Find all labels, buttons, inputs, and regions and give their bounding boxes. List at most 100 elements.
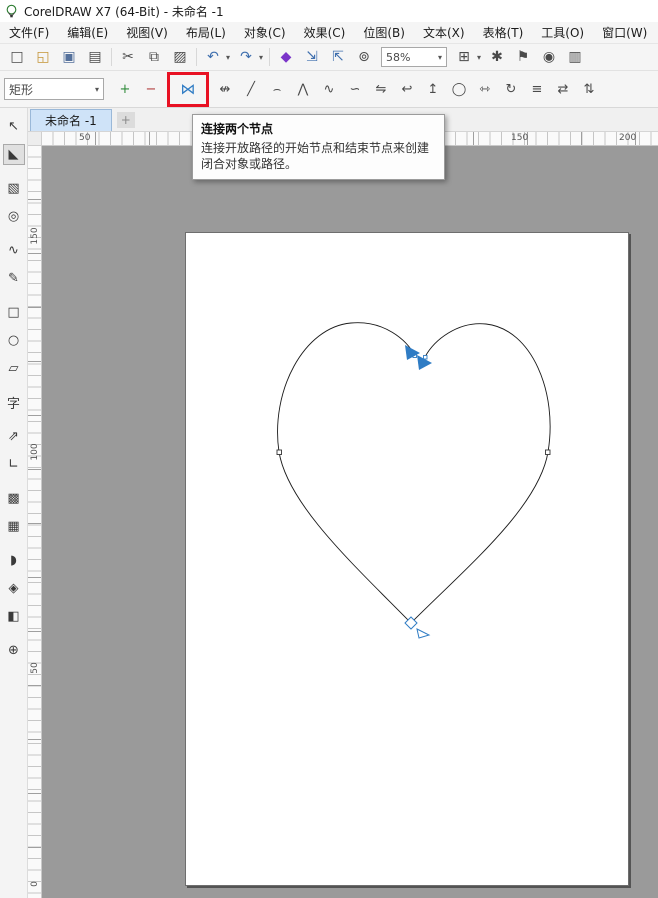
search-content-icon[interactable]: ⊚ [351, 46, 377, 68]
stretch-nodes-icon[interactable]: ⇿ [472, 77, 498, 101]
redo-dropdown-icon[interactable]: ▾ [256, 46, 266, 68]
color-eyedropper-tool[interactable]: ◗ [3, 550, 25, 571]
menu-bitmaps[interactable]: 位图(B) [354, 22, 414, 43]
menu-bar: 文件(F) 编辑(E) 视图(V) 布局(L) 对象(C) 效果(C) 位图(B… [0, 22, 658, 44]
symmetrical-node-icon[interactable]: ∽ [342, 77, 368, 101]
full-screen-preview-icon[interactable]: ◉ [536, 46, 562, 68]
align-nodes-icon[interactable]: ≡ [524, 77, 550, 101]
selection-mode-value: 矩形 [9, 82, 34, 97]
chevron-down-icon: ▾ [94, 84, 99, 94]
artistic-media-tool[interactable]: ✎ [3, 268, 25, 289]
interactive-fill-tool[interactable]: ◈ [3, 578, 25, 599]
vertical-ruler[interactable]: 150 100 50 0 [28, 146, 42, 898]
delete-node-icon[interactable]: − [138, 77, 164, 101]
break-curve-icon[interactable]: ↮ [212, 77, 238, 101]
tooltip-body: 连接开放路径的开始节点和结束节点来创建闭合对象或路径。 [201, 141, 430, 172]
menu-effects[interactable]: 效果(C) [295, 22, 355, 43]
menu-file[interactable]: 文件(F) [0, 22, 58, 43]
highlight-box: ⋈ [167, 71, 209, 107]
new-document-tab-button[interactable]: + [116, 112, 135, 128]
title-bar: CorelDRAW X7 (64-Bit) - 未命名 -1 [0, 0, 658, 22]
smart-fill-tool[interactable]: ◧ [3, 606, 25, 627]
heart-right-path[interactable] [410, 323, 551, 624]
curve-node-left[interactable] [276, 449, 282, 455]
import-icon[interactable]: ⇲ [299, 46, 325, 68]
heart-left-path[interactable] [277, 322, 416, 624]
extend-curve-to-close-icon[interactable]: ↩ [394, 77, 420, 101]
add-node-icon[interactable]: + [112, 77, 138, 101]
extract-subpath-icon[interactable]: ↥ [420, 77, 446, 101]
selection-mode-combobox[interactable]: 矩形 ▾ [4, 78, 104, 100]
tooltip: 连接两个节点 连接开放路径的开始节点和结束节点来创建闭合对象或路径。 [192, 114, 445, 181]
zoom-level-value: 58% [386, 50, 411, 64]
snap-to-dropdown-icon[interactable]: ▾ [474, 46, 484, 68]
ellipse-tool[interactable]: ○ [3, 330, 25, 351]
welcome-screen-icon[interactable]: ⚑ [510, 46, 536, 68]
document-tab-label: 未命名 -1 [45, 114, 97, 128]
ruler-label: 0 [30, 881, 40, 887]
drawing-canvas[interactable] [42, 146, 658, 898]
menu-edit[interactable]: 编辑(E) [58, 22, 117, 43]
polygon-tool[interactable]: ▱ [3, 358, 25, 379]
menu-layout[interactable]: 布局(L) [177, 22, 235, 43]
rectangle-tool[interactable]: □ [3, 302, 25, 323]
menu-tools[interactable]: 工具(O) [532, 22, 593, 43]
menu-view[interactable]: 视图(V) [117, 22, 177, 43]
smooth-node-icon[interactable]: ∿ [316, 77, 342, 101]
reverse-direction-icon[interactable]: ⇋ [368, 77, 394, 101]
save-icon[interactable]: ▣ [56, 46, 82, 68]
ruler-label: 150 [511, 133, 529, 143]
ruler-label: 50 [30, 662, 40, 674]
convert-to-curve-icon[interactable]: ⌢ [264, 77, 290, 101]
toolbar-separator [111, 48, 112, 66]
menu-table[interactable]: 表格(T) [474, 22, 533, 43]
tooltip-title: 连接两个节点 [201, 122, 274, 136]
undo-dropdown-icon[interactable]: ▾ [223, 46, 233, 68]
show-hide-icon[interactable]: ▥ [562, 46, 588, 68]
new-document-icon[interactable]: □ [4, 46, 30, 68]
chevron-down-icon: ▾ [437, 52, 442, 62]
options-icon[interactable]: ✱ [484, 46, 510, 68]
curve-end-node[interactable] [423, 355, 428, 360]
zoom-level-combobox[interactable]: 58% ▾ [381, 47, 447, 67]
transparency-tool[interactable]: ▦ [3, 516, 25, 537]
toolbar-separator [269, 48, 270, 66]
convert-to-line-icon[interactable]: ╱ [238, 77, 264, 101]
heart-curve[interactable] [186, 233, 630, 887]
property-bar: 矩形 ▾ + − ⋈ ↮ ╱ ⌢ ⋀ ∿ ∽ ⇋ ↩ ↥ ◯ ⇿ ↻ ≡ ⇄ ⇅ [0, 71, 658, 108]
crop-tool[interactable]: ▧ [3, 178, 25, 199]
drop-shadow-tool[interactable]: ▩ [3, 488, 25, 509]
pick-tool[interactable]: ↖ [3, 116, 25, 137]
paste-icon[interactable]: ▨ [167, 46, 193, 68]
menu-object[interactable]: 对象(C) [235, 22, 295, 43]
close-curve-icon[interactable]: ◯ [446, 77, 472, 101]
menu-window[interactable]: 窗口(W) [593, 22, 656, 43]
export-icon[interactable]: ⇱ [325, 46, 351, 68]
reflect-horizontal-icon[interactable]: ⇄ [550, 77, 576, 101]
shape-tool[interactable]: ◣ [2, 144, 25, 165]
cusp-node-icon[interactable]: ⋀ [290, 77, 316, 101]
zoom-tool[interactable]: ◎ [3, 206, 25, 227]
rotate-skew-nodes-icon[interactable]: ↻ [498, 77, 524, 101]
freehand-tool[interactable]: ∿ [3, 240, 25, 261]
join-two-nodes-icon[interactable]: ⋈ [175, 77, 201, 101]
copy-icon[interactable]: ⧉ [141, 46, 167, 68]
cut-icon[interactable]: ✂ [115, 46, 141, 68]
open-icon[interactable]: ◱ [30, 46, 56, 68]
connector-tool[interactable]: ∟ [3, 454, 25, 475]
menu-text[interactable]: 文本(X) [414, 22, 474, 43]
toolbox: ↖ ◣ ▧ ◎ ∿ ✎ □ ○ ▱ 字 ⇗ ∟ ▩ ▦ ◗ ◈ ◧ ⊕ [0, 108, 28, 898]
document-page[interactable] [185, 232, 629, 886]
ruler-label: 100 [30, 443, 40, 461]
document-tab[interactable]: 未命名 -1 [30, 109, 112, 131]
curve-node-right[interactable] [545, 449, 551, 455]
reflect-vertical-icon[interactable]: ⇅ [576, 77, 602, 101]
text-tool[interactable]: 字 [3, 392, 25, 413]
plus-icon: + [120, 113, 131, 127]
dimension-tool[interactable]: ⇗ [3, 426, 25, 447]
customize-toolbox-button[interactable]: ⊕ [3, 640, 25, 661]
toolbar-separator [196, 48, 197, 66]
print-icon[interactable]: ▤ [82, 46, 108, 68]
ruler-origin[interactable] [28, 132, 42, 146]
application-launcher-icon[interactable]: ◆ [273, 46, 299, 68]
